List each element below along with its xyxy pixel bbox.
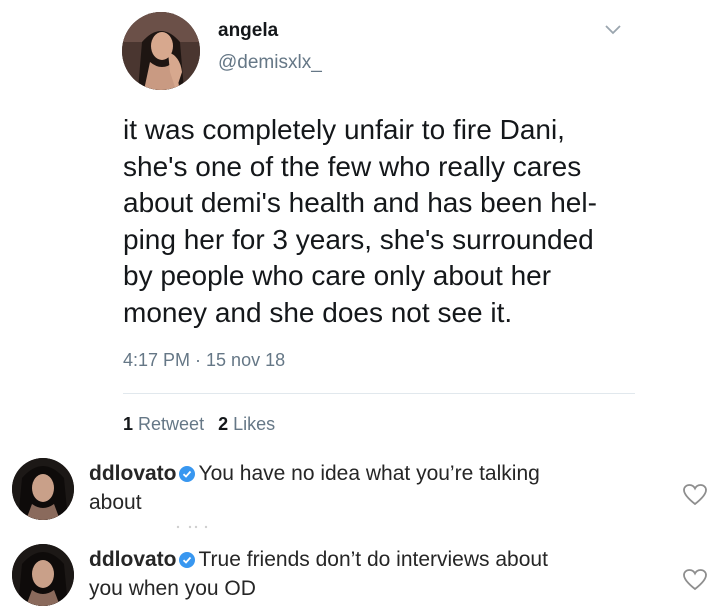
heart-icon[interactable]: [682, 568, 708, 592]
comment-avatar[interactable]: [12, 458, 74, 520]
comment-avatar[interactable]: [12, 544, 74, 606]
verified-badge-icon: [178, 552, 195, 568]
comment-text: you when you OD: [89, 577, 256, 600]
comment-username[interactable]: ddlovato: [89, 548, 177, 571]
profile-photo: [122, 12, 200, 90]
tweet-display-name[interactable]: angela: [218, 20, 278, 42]
heart-icon[interactable]: [682, 483, 708, 507]
tweet-stats: 1 Retweet 2 Likes: [123, 414, 275, 435]
comment: ddlovato You have no idea what you’re tal…: [89, 459, 629, 517]
comment-text: about: [89, 491, 142, 514]
tweet-text-line: money and she does not see it.: [123, 296, 513, 328]
chevron-down-icon[interactable]: [604, 24, 622, 36]
likes-stat[interactable]: 2 Likes: [218, 414, 275, 434]
comment: ddlovato True friends don’t do interviews…: [89, 545, 629, 603]
tweet-avatar[interactable]: [122, 12, 200, 90]
tweet-text: it was completely unfair to fire Dani, s…: [123, 112, 643, 331]
comment-text: True friends don’t do interviews about: [198, 548, 548, 571]
commenter-photo: [12, 458, 74, 520]
tweet-text-line: it was completely unfair to fire Dani,: [123, 114, 565, 145]
tweet-handle[interactable]: @demisxlx_: [218, 52, 322, 74]
retweet-count: 1: [123, 414, 134, 434]
commenter-photo: [12, 544, 74, 606]
tweet-text-line: ping her for 3 years, she's surrounded: [123, 223, 594, 255]
tweet-text-line: she's one of the few who really cares: [123, 150, 582, 182]
verified-badge-icon: [178, 466, 195, 482]
retweet-label: Retweet: [138, 414, 205, 434]
retweets-stat[interactable]: 1 Retweet: [123, 414, 204, 434]
like-label: Likes: [233, 414, 276, 434]
tweet-text-line: by people who care only about her: [123, 260, 552, 291]
divider: [123, 393, 635, 394]
comment-text: You have no idea what you’re talking: [198, 462, 540, 485]
partial-text-fragment: [176, 525, 208, 529]
comment-username[interactable]: ddlovato: [89, 462, 177, 485]
tweet-timestamp[interactable]: 4:17 PM · 15 nov 18: [123, 350, 285, 371]
tweet-text-line: about demi's health and has been hel-: [123, 187, 597, 218]
like-count: 2: [218, 414, 229, 434]
